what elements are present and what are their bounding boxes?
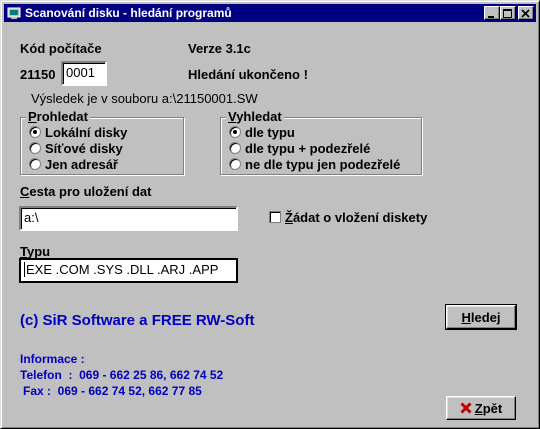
computer-prefix: 21150 <box>20 67 56 82</box>
radio-suspicious-only[interactable]: ne dle typu jen podezřelé <box>229 157 400 172</box>
search-group-legend: Vyhledat <box>226 109 284 124</box>
result-file-text: Výsledek je v souboru a:\21150001.SW <box>31 91 258 106</box>
minimize-button[interactable] <box>484 6 500 20</box>
x-icon <box>460 401 472 414</box>
diskette-checkbox[interactable]: Žádat o vložení diskety <box>269 210 427 225</box>
checkbox-box <box>269 211 281 223</box>
fax-text: Fax : 069 - 662 74 52, 662 77 85 <box>23 384 202 398</box>
search-group: Vyhledat dle typu dle typu + podezřelé n… <box>220 109 422 175</box>
radio-dot <box>229 126 241 138</box>
text-caret <box>24 262 25 277</box>
radio-dot <box>29 126 41 138</box>
computer-code-label: Kód počítače <box>20 41 102 56</box>
types-input[interactable]: EXE .COM .SYS .DLL .ARJ .APP <box>19 258 238 283</box>
window-title: Scanování disku - hledání programů <box>25 6 232 20</box>
copyright-text: (c) SiR Software a FREE RW-Soft <box>20 312 255 329</box>
main-window: Scanování disku - hledání programů Kód p… <box>0 0 540 429</box>
info-heading: Informace : <box>20 352 85 366</box>
app-icon <box>7 7 21 19</box>
radio-dot <box>29 142 41 154</box>
scan-group-legend: Prohledat <box>26 109 90 124</box>
maximize-icon <box>503 9 512 18</box>
close-button[interactable] <box>518 6 534 20</box>
scan-group: Prohledat Lokální disky Síťové disky Jen… <box>20 109 184 175</box>
radio-local-disks[interactable]: Lokální disky <box>29 125 127 140</box>
path-input[interactable]: a:\ <box>19 206 238 231</box>
types-label: Typu <box>20 244 51 259</box>
radio-dot <box>229 158 241 170</box>
radio-type-suspicious[interactable]: dle typu + podezřelé <box>229 141 370 156</box>
title-bar[interactable]: Scanování disku - hledání programů <box>4 4 536 22</box>
phone-text: Telefon : 069 - 662 25 86, 662 74 52 <box>20 368 224 382</box>
maximize-button[interactable] <box>500 6 516 20</box>
back-button[interactable]: Zpět <box>446 396 516 420</box>
radio-by-type[interactable]: dle typu <box>229 125 295 140</box>
close-icon <box>521 9 530 18</box>
status-text: Hledání ukončeno ! <box>188 67 308 82</box>
radio-dot <box>229 142 241 154</box>
version-label: Verze 3.1c <box>188 41 251 56</box>
radio-network-disks[interactable]: Síťové disky <box>29 141 123 156</box>
search-button[interactable]: Hledej <box>445 304 517 330</box>
radio-directory-only[interactable]: Jen adresář <box>29 157 118 172</box>
radio-dot <box>29 158 41 170</box>
computer-code-input[interactable]: 0001 <box>61 61 107 86</box>
minimize-icon <box>488 16 494 18</box>
path-label: Cesta pro uložení dat <box>20 184 152 199</box>
